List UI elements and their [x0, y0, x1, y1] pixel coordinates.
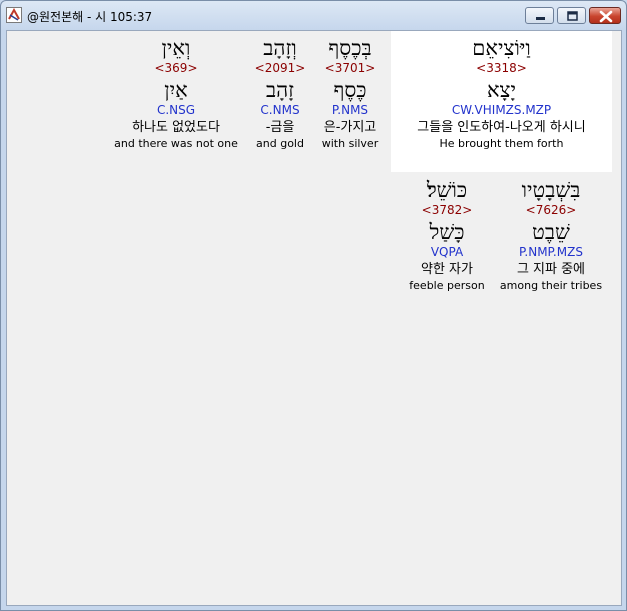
hebrew-word: כּוֹשֵׁל׃	[426, 178, 468, 202]
strong-number[interactable]: <3318>	[391, 61, 612, 77]
interlinear-panel[interactable]: וַיּוֹצִיאֵם <3318> יָצָא CW.VHIMZS.MZP …	[6, 30, 622, 606]
morphology-code[interactable]: VQPA	[399, 245, 495, 262]
app-icon[interactable]	[6, 7, 22, 23]
morphology-code[interactable]: P.NMP.MZS	[490, 245, 612, 262]
word-block[interactable]: בְּכֶסֶף <3701> כֶּסֶף P.NMS 은-가지고 with …	[313, 35, 387, 151]
morphology-code[interactable]: C.NMS	[245, 103, 315, 120]
hebrew-lexeme: זָהָב	[265, 78, 295, 102]
korean-gloss: 은-가지고	[323, 120, 377, 135]
window-title: @원전본해 - 시 105:37	[27, 10, 153, 24]
english-gloss: and there was not one	[114, 137, 238, 150]
korean-gloss: -금을	[265, 120, 295, 135]
word-block[interactable]: וְזָהָב <2091> זָהָב C.NMS -금을 and gold	[245, 35, 315, 151]
hebrew-lexeme: כָּשַׁל	[429, 220, 465, 244]
english-gloss: feeble person	[409, 279, 485, 292]
close-icon	[599, 10, 613, 23]
english-gloss: He brought them forth	[439, 137, 564, 150]
strong-number[interactable]: <2091>	[245, 61, 315, 77]
morphology-code[interactable]: CW.VHIMZS.MZP	[391, 103, 612, 120]
hebrew-word: וְאֵין	[161, 36, 191, 60]
word-block[interactable]: בִּשְׁבָטָיו <7626> שֵׁבֶט P.NMP.MZS 그 지…	[490, 177, 612, 293]
korean-gloss: 그 지파 중에	[516, 262, 586, 277]
english-gloss: and gold	[256, 137, 304, 150]
korean-gloss: 하나도 없었도다	[132, 120, 220, 135]
word-block[interactable]: וַיּוֹצִיאֵם <3318> יָצָא CW.VHIMZS.MZP …	[391, 35, 612, 151]
english-gloss: among their tribes	[499, 279, 603, 292]
close-button[interactable]	[589, 7, 621, 24]
hebrew-word: וַיּוֹצִיאֵם	[472, 36, 531, 60]
hebrew-lexeme: כֶּסֶף	[333, 78, 367, 102]
morphology-code[interactable]: P.NMS	[313, 103, 387, 120]
korean-gloss: 약한 자가	[421, 262, 473, 277]
title-bar[interactable]: @원전본해 - 시 105:37	[1, 1, 626, 30]
word-block[interactable]: כּוֹשֵׁל׃ <3782> כָּשַׁל VQPA 약한 자가 feeb…	[399, 177, 495, 293]
app-window: @원전본해 - 시 105:37 וַיּוֹצִיאֵם <3318> יָצ…	[0, 0, 627, 611]
hebrew-lexeme: אַיִן	[164, 78, 188, 102]
minimize-icon	[536, 17, 545, 20]
strong-number[interactable]: <7626>	[490, 203, 612, 219]
hebrew-word: בְּכֶסֶף	[328, 36, 372, 60]
strong-number[interactable]: <3701>	[313, 61, 387, 77]
strong-number[interactable]: <3782>	[399, 203, 495, 219]
hebrew-word: בִּשְׁבָטָיו	[521, 178, 581, 202]
korean-gloss: 그들을 인도하여-나오게 하시니	[417, 120, 586, 135]
hebrew-word: וְזָהָב	[263, 36, 297, 60]
hebrew-lexeme: שֵׁבֶט	[532, 220, 570, 244]
word-block[interactable]: וְאֵין <369> אַיִן C.NSG 하나도 없었도다 and th…	[108, 35, 244, 151]
strong-number[interactable]: <369>	[108, 61, 244, 77]
maximize-icon	[567, 11, 578, 21]
hebrew-lexeme: יָצָא	[486, 78, 517, 102]
minimize-button[interactable]	[525, 7, 554, 24]
morphology-code[interactable]: C.NSG	[108, 103, 244, 120]
maximize-button[interactable]	[557, 7, 586, 24]
english-gloss: with silver	[321, 137, 379, 150]
